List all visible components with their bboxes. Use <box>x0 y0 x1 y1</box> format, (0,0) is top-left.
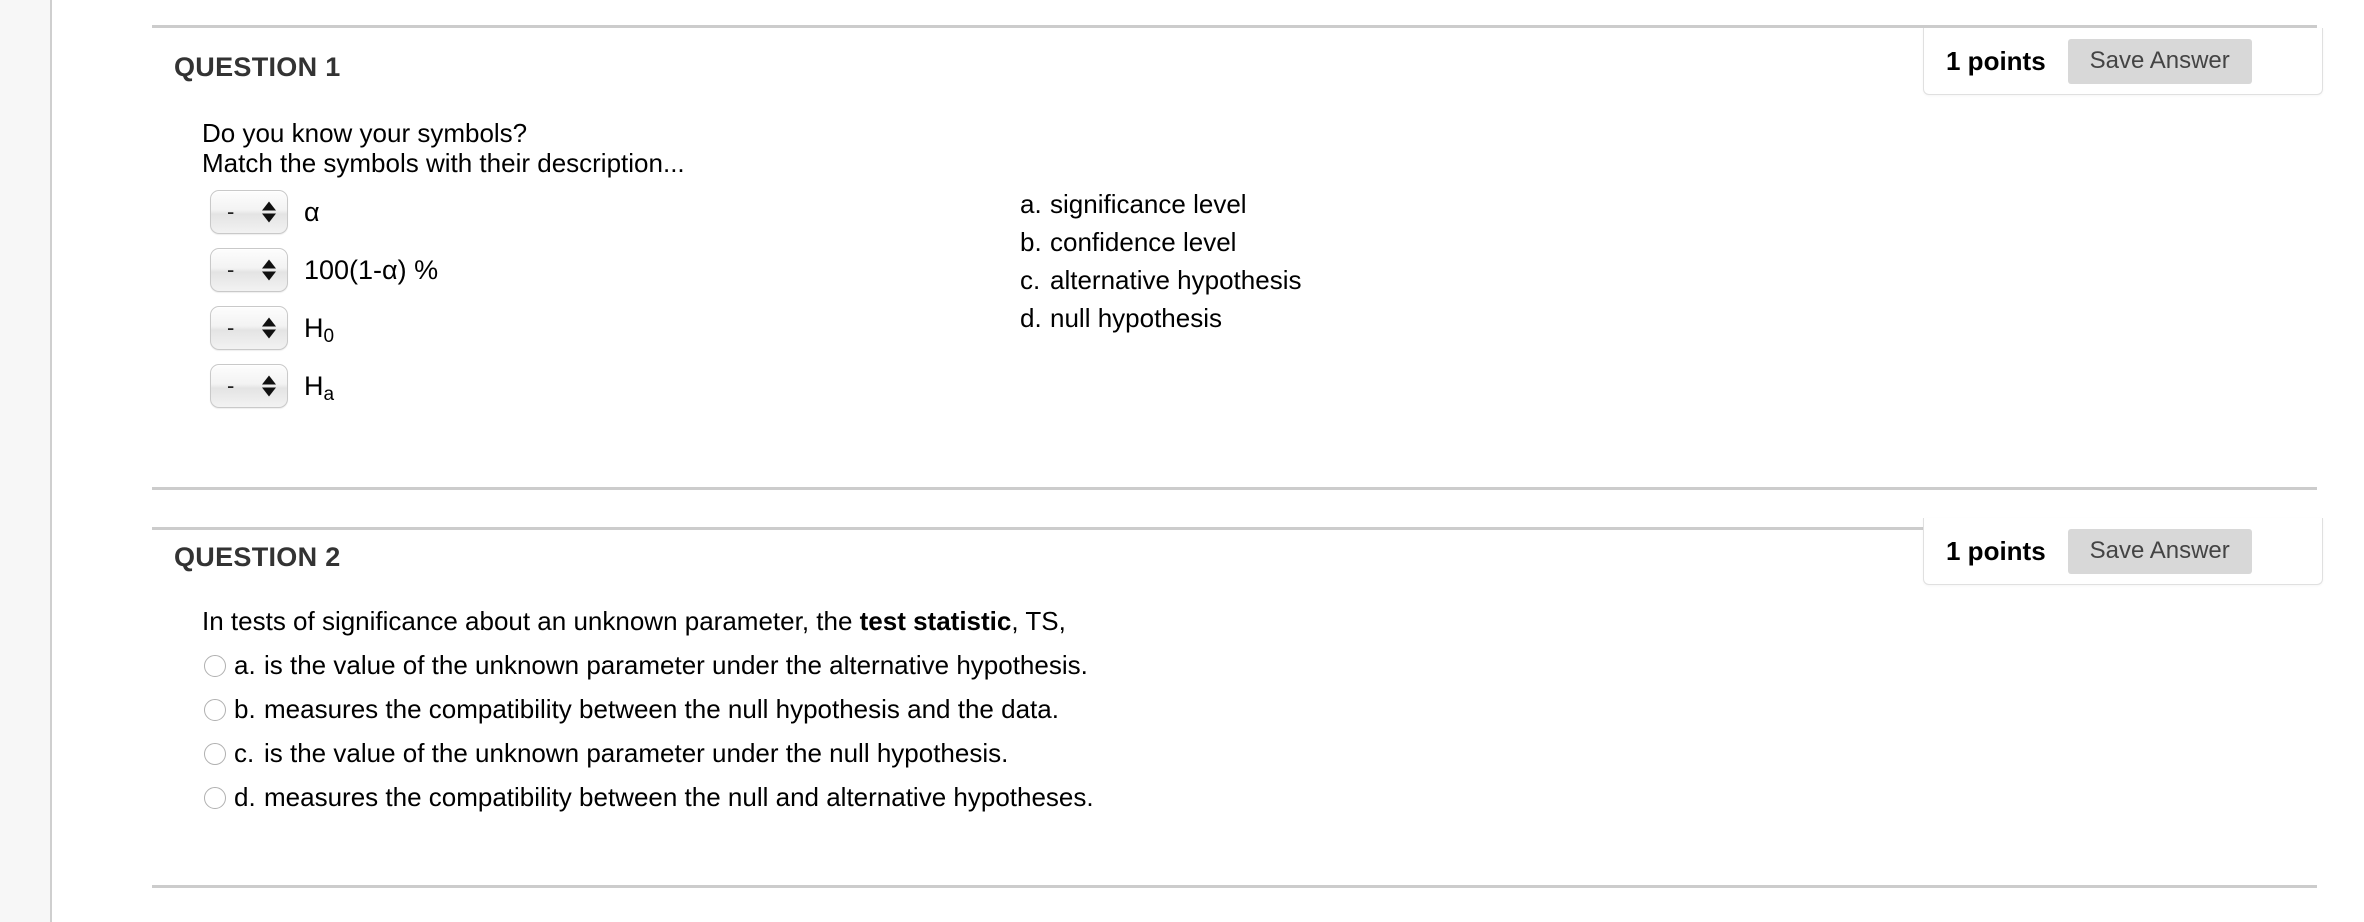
question-2-choice-a[interactable]: a. is the value of the unknown parameter… <box>204 650 1088 681</box>
question-1-prompt-line-1: Do you know your symbols? <box>202 118 528 148</box>
question-2-choice-b-text: measures the compatibility between the n… <box>264 694 1059 724</box>
radio-button-c-icon[interactable] <box>204 742 226 765</box>
spinner-arrows-icon[interactable] <box>262 375 276 397</box>
match-option-c: c. alternative hypothesis <box>1020 261 1301 299</box>
question-2-choice-c-text: is the value of the unknown parameter un… <box>264 738 1009 768</box>
match-option-d: d. null hypothesis <box>1020 299 1301 337</box>
match-symbol-1-text: α <box>304 196 320 227</box>
question-1-prompt-line-2: Match the symbols with their description… <box>202 148 685 178</box>
question-2-heading: QUESTION 2 <box>174 542 341 572</box>
radio-button-d-icon[interactable] <box>204 786 226 809</box>
spinner-arrows-icon[interactable] <box>262 317 276 339</box>
chevron-down-icon <box>262 213 276 223</box>
match-symbol-3-text: H <box>304 312 324 343</box>
question-2-points-label: 1 points <box>1946 535 2046 566</box>
question-2-choice-c-letter: c. <box>234 738 255 768</box>
question-1-points-label: 1 points <box>1946 45 2046 76</box>
question-2-choice-c[interactable]: c. is the value of the unknown parameter… <box>204 738 1008 769</box>
chevron-up-icon <box>262 259 276 269</box>
match-symbol-3-subscript: 0 <box>323 325 335 347</box>
question-2-choice-a-letter: a. <box>234 650 256 680</box>
question-2-choice-d-text: measures the compatibility between the n… <box>264 782 1094 812</box>
question-2-choice-b-letter: b. <box>234 694 256 724</box>
question-2-choice-d[interactable]: d. measures the compatibility between th… <box>204 782 1094 813</box>
match-symbol-4-subscript: a <box>323 383 335 405</box>
match-select-1-value: - <box>227 199 235 224</box>
match-option-a-letter: a. <box>1020 189 1042 219</box>
question-2-choice-a-text: is the value of the unknown parameter un… <box>264 650 1088 680</box>
match-symbol-2-text: 100(1-α) % <box>304 254 439 285</box>
match-option-b: b. confidence level <box>1020 223 1301 261</box>
match-row-1: - α <box>210 190 320 234</box>
radio-button-a-icon[interactable] <box>204 654 226 677</box>
match-symbol-2: 100(1-α) % <box>304 254 439 285</box>
match-option-b-letter: b. <box>1020 227 1042 257</box>
question-2-choice-d-letter: d. <box>234 782 256 812</box>
match-select-1[interactable]: - <box>210 190 288 234</box>
match-option-c-letter: c. <box>1020 265 1041 295</box>
question-2-prompt: In tests of significance about an unknow… <box>202 606 1066 636</box>
match-select-2-value: - <box>227 257 235 282</box>
match-option-b-text: confidence level <box>1050 227 1237 257</box>
match-row-2: - 100(1-α) % <box>210 248 438 292</box>
question-1-points-panel: 1 points Save Answer <box>1923 28 2323 95</box>
match-select-3[interactable]: - <box>210 306 288 350</box>
content-pane: QUESTION 1 1 points Save Answer Do you k… <box>50 0 2364 922</box>
chevron-down-icon <box>262 387 276 397</box>
match-select-2[interactable]: - <box>210 248 288 292</box>
chevron-up-icon <box>262 317 276 327</box>
match-select-4-value: - <box>227 373 235 398</box>
match-symbol-4-text: H <box>304 370 324 401</box>
question-2-prompt-emphasis: test statistic <box>859 606 1012 636</box>
match-option-c-text: alternative hypothesis <box>1050 265 1302 295</box>
spinner-arrows-icon[interactable] <box>262 259 276 281</box>
match-row-4: - Ha <box>210 364 334 408</box>
match-select-4[interactable]: - <box>210 364 288 408</box>
match-symbol-3: H0 <box>304 312 334 346</box>
match-option-d-letter: d. <box>1020 303 1042 333</box>
match-select-3-value: - <box>227 315 235 340</box>
question-2-save-answer-button[interactable]: Save Answer <box>2067 528 2252 574</box>
question-1-option-list: a. significance level b. confidence leve… <box>1020 185 1301 337</box>
question-2-choice-b[interactable]: b. measures the compatibility between th… <box>204 694 1059 725</box>
question-2-bottom-rule <box>152 885 2317 888</box>
match-symbol-4: Ha <box>304 370 334 404</box>
chevron-down-icon <box>262 271 276 281</box>
chevron-down-icon <box>262 329 276 339</box>
question-2-points-panel: 1 points Save Answer <box>1923 518 2323 585</box>
question-2-prompt-pre: In tests of significance about an unknow… <box>202 606 860 636</box>
match-symbol-1: α <box>304 196 320 227</box>
match-option-a: a. significance level <box>1020 185 1301 223</box>
question-1-bottom-rule <box>152 487 2317 490</box>
radio-button-b-icon[interactable] <box>204 698 226 721</box>
question-1-heading: QUESTION 1 <box>174 52 341 82</box>
question-2-prompt-post: , TS, <box>1011 606 1066 636</box>
match-option-d-text: null hypothesis <box>1050 303 1222 333</box>
chevron-up-icon <box>262 201 276 211</box>
match-row-3: - H0 <box>210 306 334 350</box>
quiz-page: QUESTION 1 1 points Save Answer Do you k… <box>0 0 2364 922</box>
match-option-a-text: significance level <box>1050 189 1247 219</box>
spinner-arrows-icon[interactable] <box>262 201 276 223</box>
question-1-save-answer-button[interactable]: Save Answer <box>2067 38 2252 84</box>
chevron-up-icon <box>262 375 276 385</box>
